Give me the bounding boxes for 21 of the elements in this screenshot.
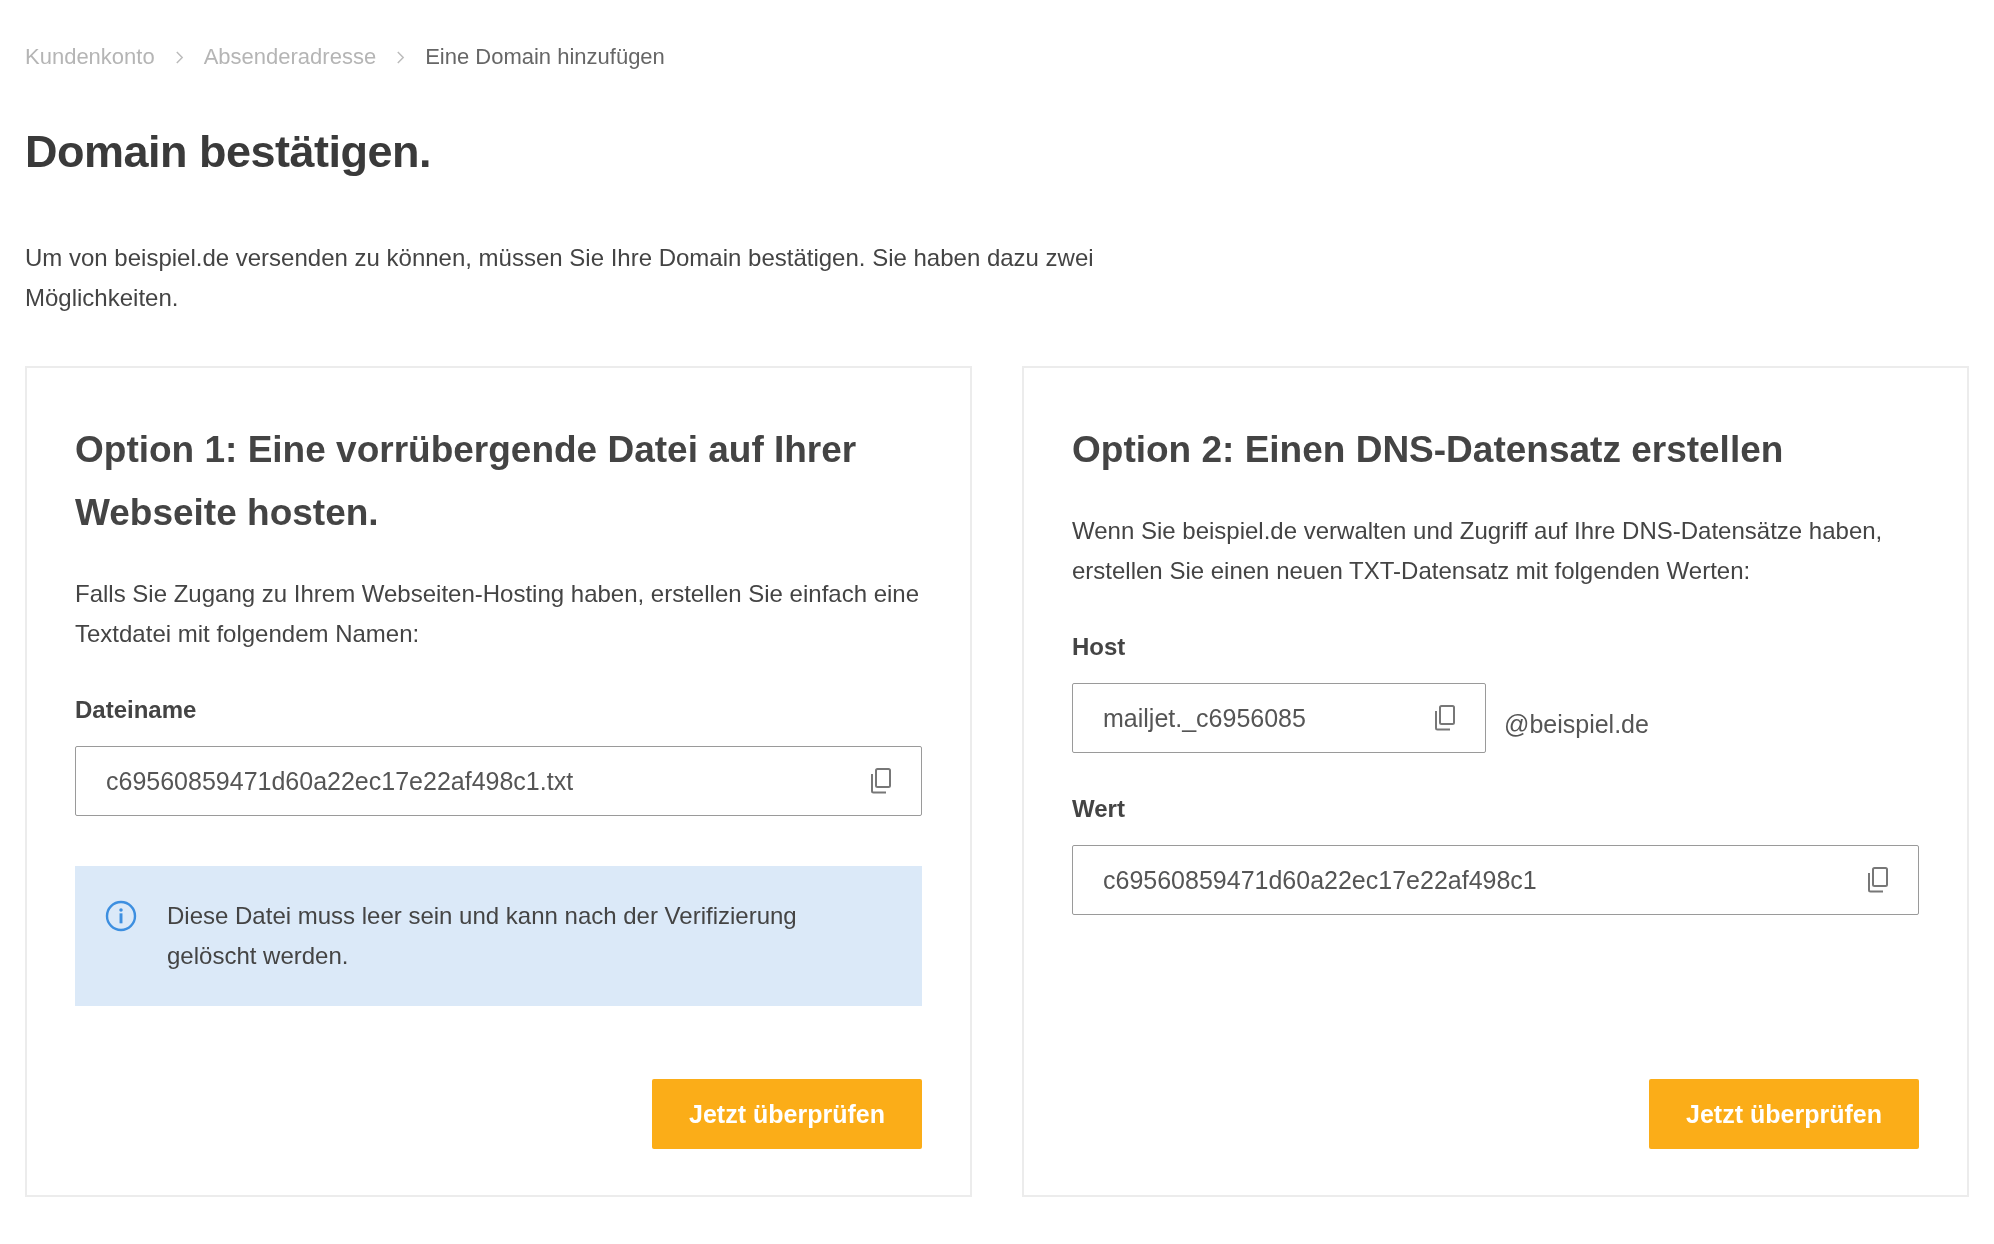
copy-field[interactable]: c69560859471d60a22ec17e22af498c1 — [1072, 845, 1919, 915]
info-text: Diese Datei muss leer sein und kann nach der Verifizierung gelöscht werden. — [167, 901, 798, 971]
copy-icon[interactable] — [1866, 866, 1890, 894]
field-label: Wert — [1072, 795, 1126, 823]
page-title: Domain bestätigen. — [25, 126, 433, 178]
breadcrumb-link[interactable]: Eine Domain hinzufügen — [425, 44, 665, 70]
copy-field[interactable]: mailjet._c6956085 — [1072, 683, 1486, 753]
field-label: Host — [1072, 633, 1127, 661]
chevron-icon — [174, 49, 184, 65]
info-icon — [105, 900, 137, 932]
option-title: Option 1: Eine vorrübergende Datei auf Ihrer Webseite hosten. — [75, 428, 858, 535]
intro-text: Um von beispiel.de versenden zu können, müssen Sie Ihre Domain bestätigen. Sie haben dazu zwei Möglichkeiten. — [25, 243, 1095, 313]
copy-field[interactable]: c69560859471d60a22ec17e22af498c1.txt — [75, 746, 922, 816]
option-description: Wenn Sie beispiel.de verwalten und Zugriff auf Ihre DNS-Datensätze haben, erstellen Sie einen neuen TXT-Datensatz mit folgenden Werten: — [1072, 516, 1884, 586]
option-title: Option 2: Einen DNS-Datensatz erstellen — [1072, 428, 1785, 472]
copy-icon[interactable] — [869, 767, 893, 795]
copy-icon[interactable] — [1433, 704, 1457, 732]
domain-suffix: @beispiel.de — [1504, 709, 1649, 739]
option-description: Falls Sie Zugang zu Ihrem Webseiten-Hosting haben, erstellen Sie einfach eine Textdatei mit folgendem Namen: — [75, 579, 921, 649]
field-label: Dateiname — [75, 696, 198, 724]
chevron-icon — [396, 49, 406, 65]
